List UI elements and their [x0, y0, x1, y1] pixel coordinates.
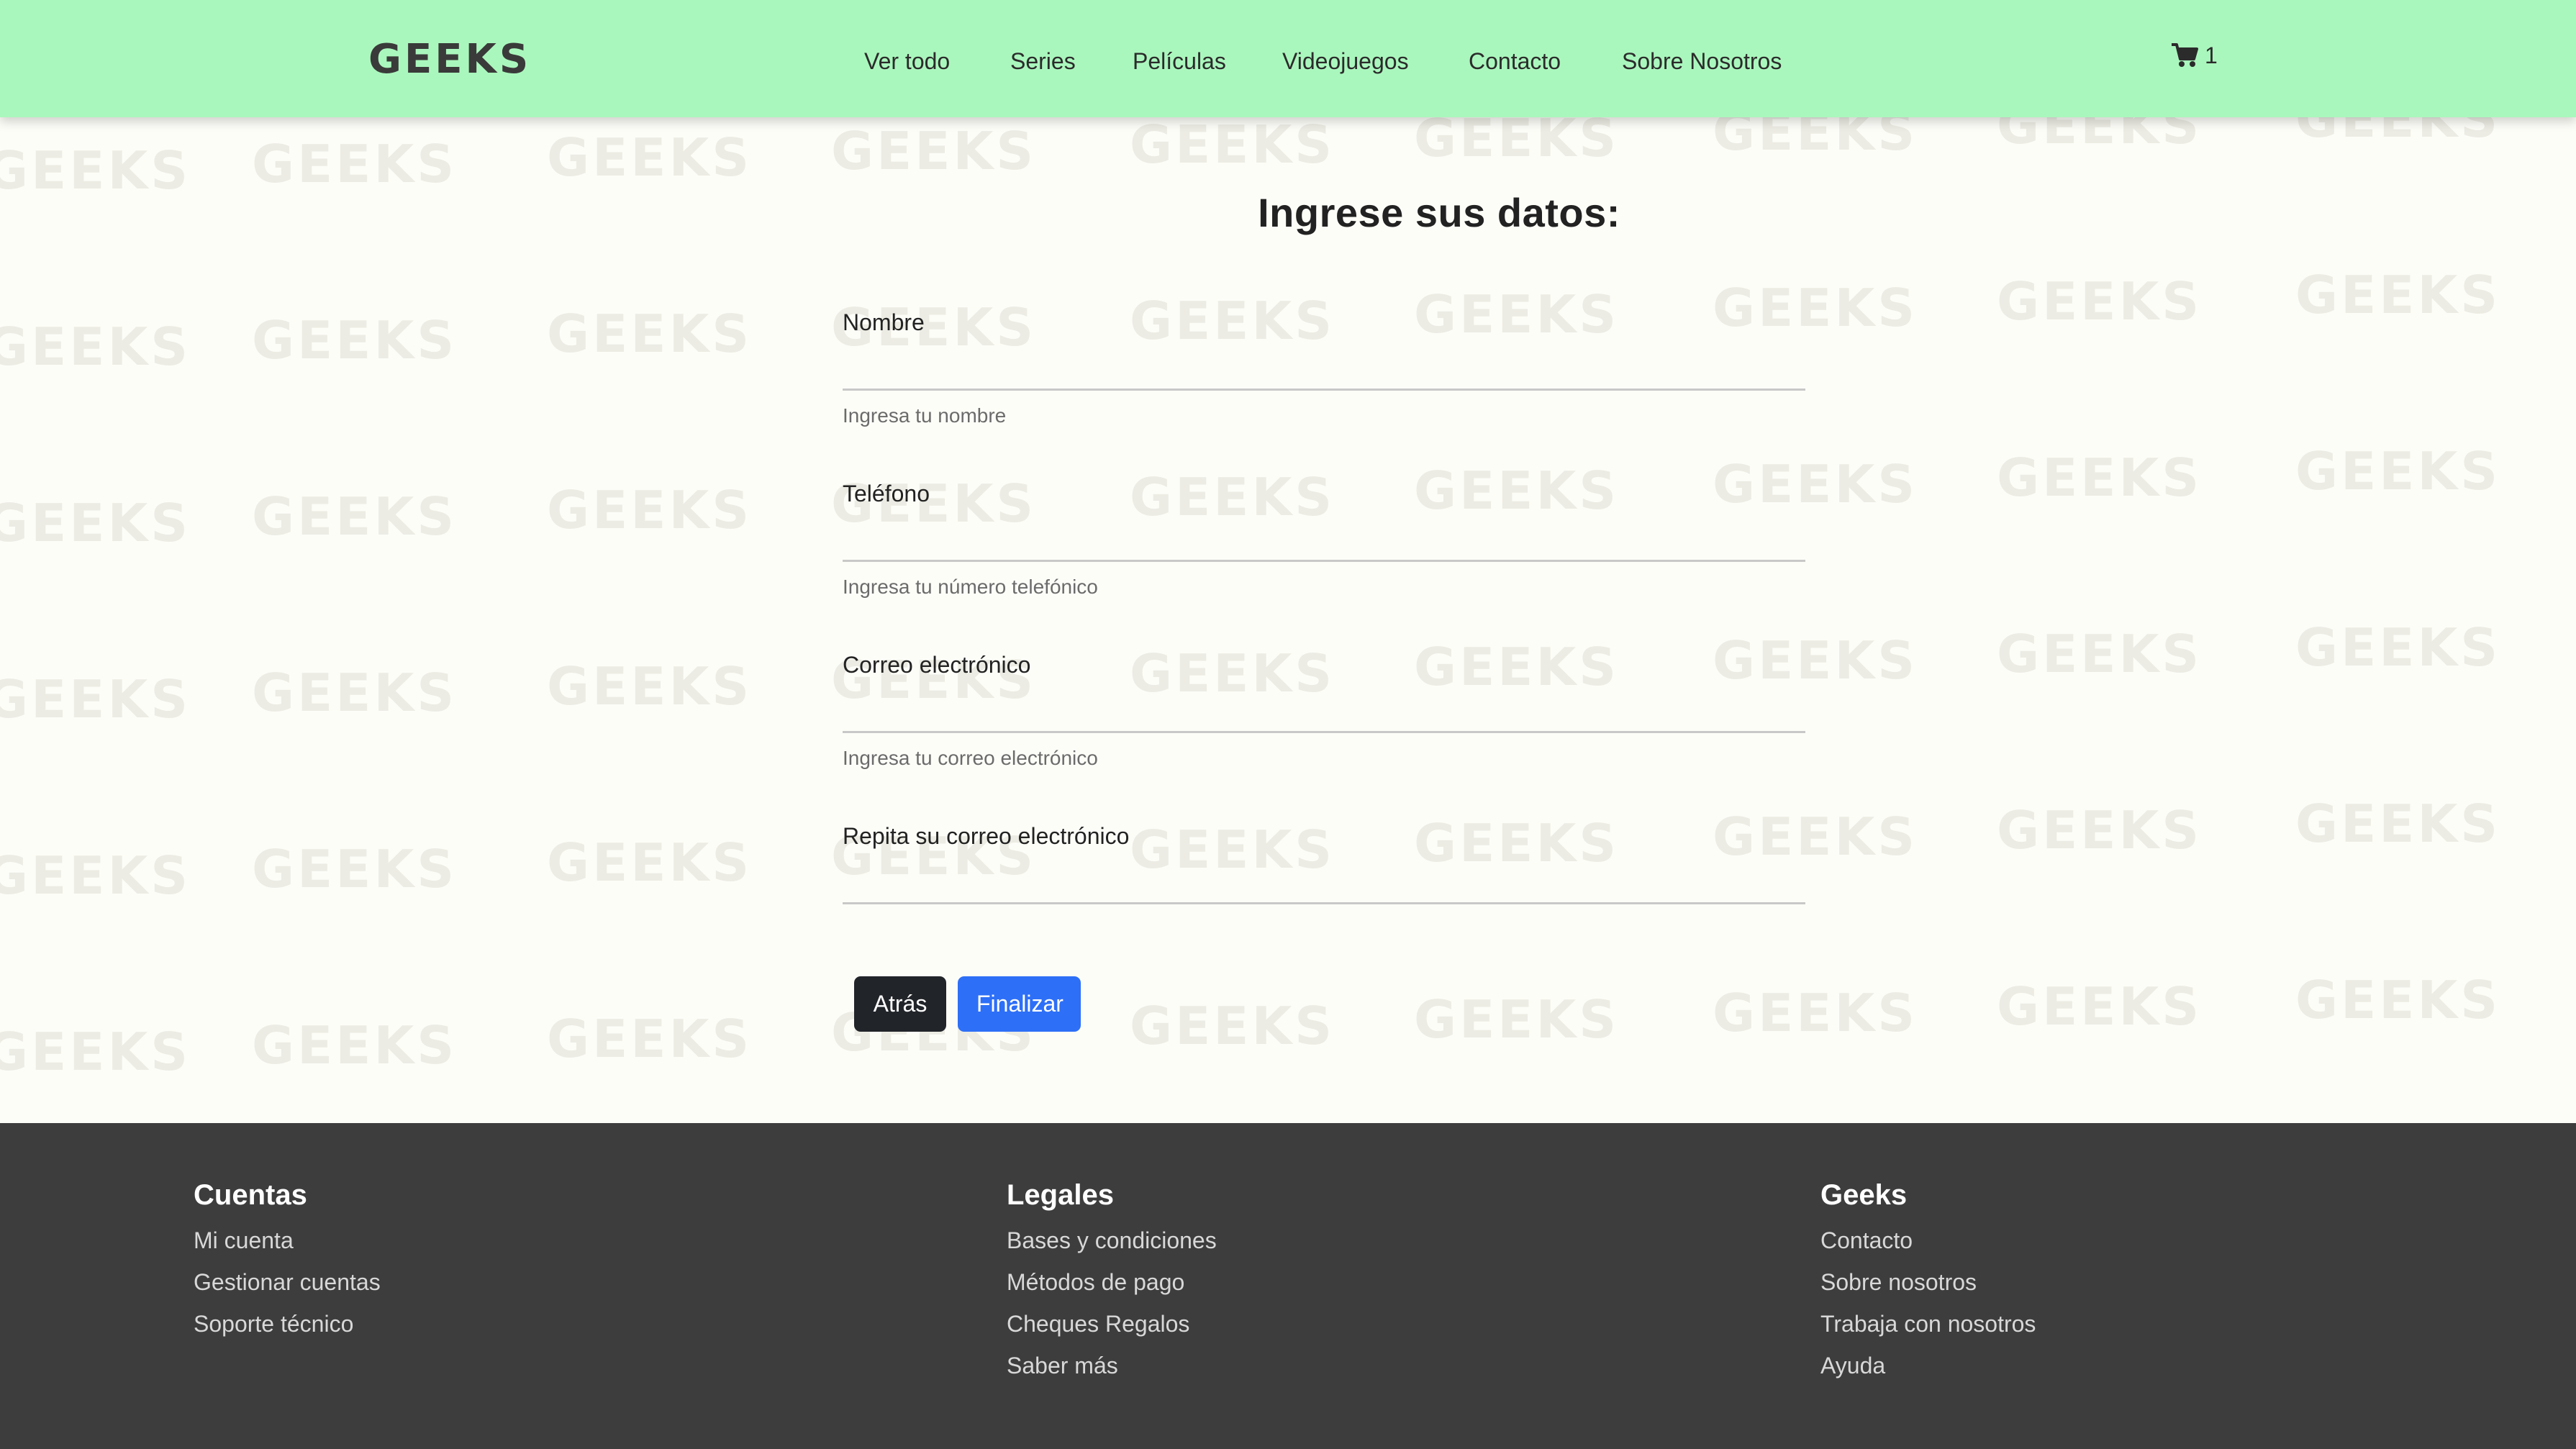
footer-link[interactable]: Sobre nosotros [1820, 1261, 2036, 1303]
name-help-text: Ingresa tu nombre [843, 404, 1007, 427]
back-button[interactable]: Atrás [854, 976, 946, 1032]
footer-column-legales: Legales Bases y condiciones Métodos de p… [1007, 1175, 1217, 1386]
finish-button[interactable]: Finalizar [958, 976, 1081, 1032]
footer-link[interactable]: Mi cuenta [194, 1219, 381, 1261]
footer-link[interactable]: Soporte técnico [194, 1303, 381, 1345]
email-help-text: Ingresa tu correo electrónico [843, 747, 1098, 769]
nav-item-series[interactable]: Series [1010, 45, 1076, 78]
cart-button[interactable]: 1 [2170, 39, 2218, 72]
footer-link[interactable]: Cheques Regalos [1007, 1303, 1217, 1345]
geeks-logo[interactable]: GEEKS [368, 36, 531, 83]
email-input[interactable] [843, 694, 1805, 733]
name-field-group: Nombre Ingresa tu nombre [843, 306, 1805, 427]
nav-item-videojuegos[interactable]: Videojuegos [1282, 45, 1409, 78]
page-title: Ingrese sus datos: [1258, 190, 1620, 235]
repeat-email-input[interactable] [843, 866, 1805, 904]
nav-item-peliculas[interactable]: Películas [1133, 45, 1226, 78]
cart-count-badge: 1 [2205, 42, 2218, 68]
nav-item-ver-todo[interactable]: Ver todo [864, 45, 950, 78]
footer-heading: Geeks [1820, 1179, 1908, 1211]
email-field-group: Correo electrónico Ingresa tu correo ele… [843, 648, 1805, 769]
phone-field-group: Teléfono Ingresa tu número telefónico [843, 477, 1805, 598]
footer-link[interactable]: Métodos de pago [1007, 1261, 1217, 1303]
nav-item-contacto[interactable]: Contacto [1469, 45, 1561, 78]
phone-help-text: Ingresa tu número telefónico [843, 576, 1098, 598]
footer-link[interactable]: Contacto [1820, 1219, 2036, 1261]
name-label: Nombre [843, 309, 925, 335]
nav-item-sobre-nosotros[interactable]: Sobre Nosotros [1622, 45, 1782, 78]
footer-link[interactable]: Ayuda [1820, 1345, 2036, 1386]
footer-column-cuentas: Cuentas Mi cuenta Gestionar cuentas Sopo… [194, 1175, 381, 1345]
footer-heading: Legales [1007, 1179, 1114, 1211]
phone-input[interactable] [843, 523, 1805, 562]
footer-heading: Cuentas [194, 1179, 307, 1211]
phone-label: Teléfono [843, 481, 930, 507]
shopping-cart-icon [2172, 43, 2198, 67]
site-header: GEEKS Ver todo Series Películas Videojue… [0, 0, 2576, 117]
footer-link[interactable]: Trabaja con nosotros [1820, 1303, 2036, 1345]
footer-link[interactable]: Bases y condiciones [1007, 1219, 1217, 1261]
site-footer: Cuentas Mi cuenta Gestionar cuentas Sopo… [0, 1123, 2576, 1449]
repeat-email-label: Repita su correo electrónico [843, 823, 1130, 849]
repeat-email-field-group: Repita su correo electrónico [843, 819, 1805, 904]
footer-link[interactable]: Saber más [1007, 1345, 1217, 1386]
footer-link[interactable]: Gestionar cuentas [194, 1261, 381, 1303]
footer-column-geeks: Geeks Contacto Sobre nosotros Trabaja co… [1820, 1175, 2036, 1386]
name-input[interactable] [843, 352, 1805, 391]
email-label: Correo electrónico [843, 652, 1031, 678]
checkout-form: Ingrese sus datos: Nombre Ingresa tu nom… [0, 117, 2576, 1123]
